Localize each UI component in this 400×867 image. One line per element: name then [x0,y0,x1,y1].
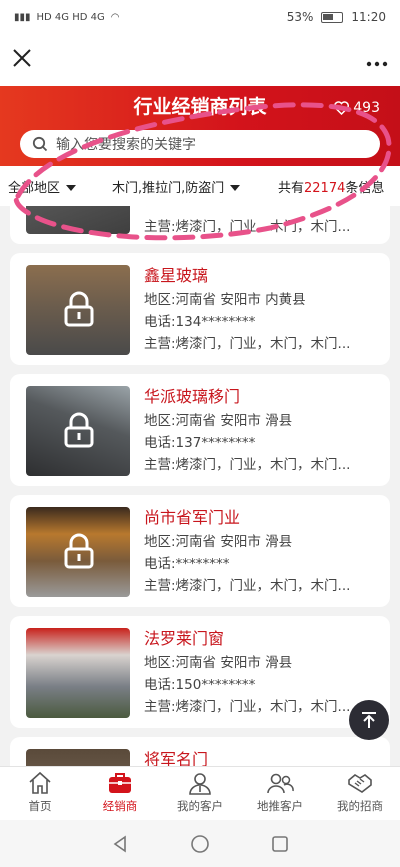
close-button[interactable] [12,45,42,75]
signal-indicators: ▮▮▮ HD 4G HD 4G ◠ [14,12,119,23]
system-nav-bar [0,820,400,867]
home-icon [29,771,51,794]
tab-label: 经销商 [102,799,138,813]
user-icon [189,773,211,795]
dealer-name[interactable]: 将军名门 [144,749,384,766]
filter-bar: 全部地区 木门,推拉门,防盗门 共有22174条信息 [0,166,400,206]
tab-label: 我的客户 [177,799,223,813]
lock-icon [64,533,94,569]
dealer-main: 主营:烤漆门，门业，木门，木门... [144,578,351,594]
region-filter-label: 全部地区 [8,180,61,196]
result-count: 共有22174条信息 [278,177,384,196]
count-number: 22174 [304,180,346,196]
count-suffix: 条信息 [345,180,385,196]
dealer-card[interactable]: 华派玻璃移门 地区:河南省 安阳市 滑县 电话:137******** 主营:烤… [10,374,390,486]
tab-dealers[interactable]: 经销商 [80,767,160,820]
dealer-photo [26,507,130,597]
dealer-photo [26,386,130,476]
dealer-region: 地区:河南省 安阳市 内黄县 [144,292,306,308]
signal-icon: ▮▮▮ [14,11,31,23]
dealer-info: 法罗莱门窗 地区:河南省 安阳市 滑县 电话:150******** 主营:烤漆… [144,628,384,718]
briefcase-icon [109,773,131,793]
more-button[interactable] [366,48,388,73]
arrow-up-icon [362,712,376,728]
tab-my-recruitment[interactable]: 我的招商 [320,767,400,820]
dealer-name[interactable]: 法罗莱门窗 [144,628,384,650]
app-bar [0,34,400,86]
tab-home[interactable]: 首页 [0,767,80,820]
dealer-name[interactable]: 鑫星玻璃 [144,265,384,287]
dealer-phone: 电话:137******** [144,435,256,451]
tab-field-customers[interactable]: 地推客户 [240,767,320,820]
dealer-info: 尚市省军门业 地区:河南省 安阳市 滑县 电话:******** 主营:烤漆门，… [144,507,384,597]
dealer-main: 主营:烤漆门，门业，木门，木门... [144,219,351,235]
dealer-photo [26,749,130,766]
close-icon [13,49,31,67]
dealer-name[interactable]: 华派玻璃移门 [144,386,384,408]
dealer-phone: 电话:150******** [144,677,256,693]
lock-icon [64,412,94,448]
dealer-phone: 电话:134******** [144,314,256,330]
dealer-card[interactable]: 主营:烤漆门，门业，木门，木门... [10,206,390,244]
dealer-info: 华派玻璃移门 地区:河南省 安阳市 滑县 电话:137******** 主营:烤… [144,386,384,476]
category-filter[interactable]: 木门,推拉门,防盗门 [112,177,270,196]
region-filter[interactable]: 全部地区 [8,177,102,196]
dealer-main: 主营:烤漆门，门业，木门，木门... [144,457,351,473]
dealer-region: 地区:河南省 安阳市 滑县 [144,655,293,671]
clock: 11:20 [351,10,386,24]
lock-icon [64,291,94,327]
handshake-icon [348,774,372,793]
tab-label: 我的招商 [337,799,383,813]
home-circle-icon[interactable] [190,834,210,854]
dealer-card[interactable]: 法罗莱门窗 地区:河南省 安阳市 滑县 电话:150******** 主营:烤漆… [10,616,390,728]
back-icon[interactable] [111,834,129,853]
dealer-photo [26,628,130,718]
users-icon [267,773,294,794]
dealer-region: 地区:河南省 安阳市 滑县 [144,534,293,550]
tab-my-customers[interactable]: 我的客户 [160,767,240,820]
dealer-name[interactable]: 尚市省军门业 [144,507,384,529]
dealer-info: 鑫星玻璃 地区:河南省 安阳市 内黄县 电话:134******** 主营:烤漆… [144,265,384,355]
dealer-card[interactable]: 鑫星玻璃 地区:河南省 安阳市 内黄县 电话:134******** 主营:烤漆… [10,253,390,365]
dealer-main: 主营:烤漆门，门业，木门，木门... [144,336,351,352]
likes-count: 493 [353,100,380,116]
page-header: 行业经销商列表 493 输入您要搜索的关键字 [0,86,400,166]
dealer-card[interactable]: 将军名门 [10,737,390,766]
dropdown-arrow-icon [66,185,77,191]
dealer-card[interactable]: 尚市省军门业 地区:河南省 安阳市 滑县 电话:******** 主营:烤漆门，… [10,495,390,607]
dealer-photo [26,206,130,234]
tab-label: 首页 [28,799,52,813]
search-icon [32,136,48,152]
category-filter-label: 木门,推拉门,防盗门 [112,180,225,196]
recents-icon[interactable] [271,835,289,853]
dealer-info: 主营:烤漆门，门业，木门，木门... [144,216,384,238]
dealer-photo [26,265,130,355]
dealer-region: 地区:河南省 安阳市 滑县 [144,413,293,429]
search-input[interactable]: 输入您要搜索的关键字 [20,130,380,158]
likes-counter[interactable]: 493 [334,100,380,116]
bottom-tab-bar: 首页 经销商 我的客户 地推客户 我的招商 [0,766,400,820]
search-placeholder: 输入您要搜索的关键字 [56,137,196,153]
count-prefix: 共有 [278,180,305,196]
battery-icon [321,11,344,23]
battery-percent: 53% [286,10,314,24]
tab-label: 地推客户 [257,799,303,813]
dealer-phone: 电话:******** [144,556,230,572]
dealer-info: 将军名门 [144,749,384,766]
wifi-icon: ◠ [110,11,120,23]
status-bar: ▮▮▮ HD 4G HD 4G ◠ 53% 11:20 [0,0,400,34]
back-to-top-button[interactable] [349,700,389,740]
dealer-list: 主营:烤漆门，门业，木门，木门... 鑫星玻璃 地区:河南省 安阳市 内黄县 电… [0,206,400,766]
dealer-main: 主营:烤漆门，门业，木门，木门... [144,699,351,715]
heart-icon [334,101,350,115]
dropdown-arrow-icon [230,185,241,191]
status-network: HD 4G HD 4G [36,11,105,23]
more-icon [366,61,388,66]
